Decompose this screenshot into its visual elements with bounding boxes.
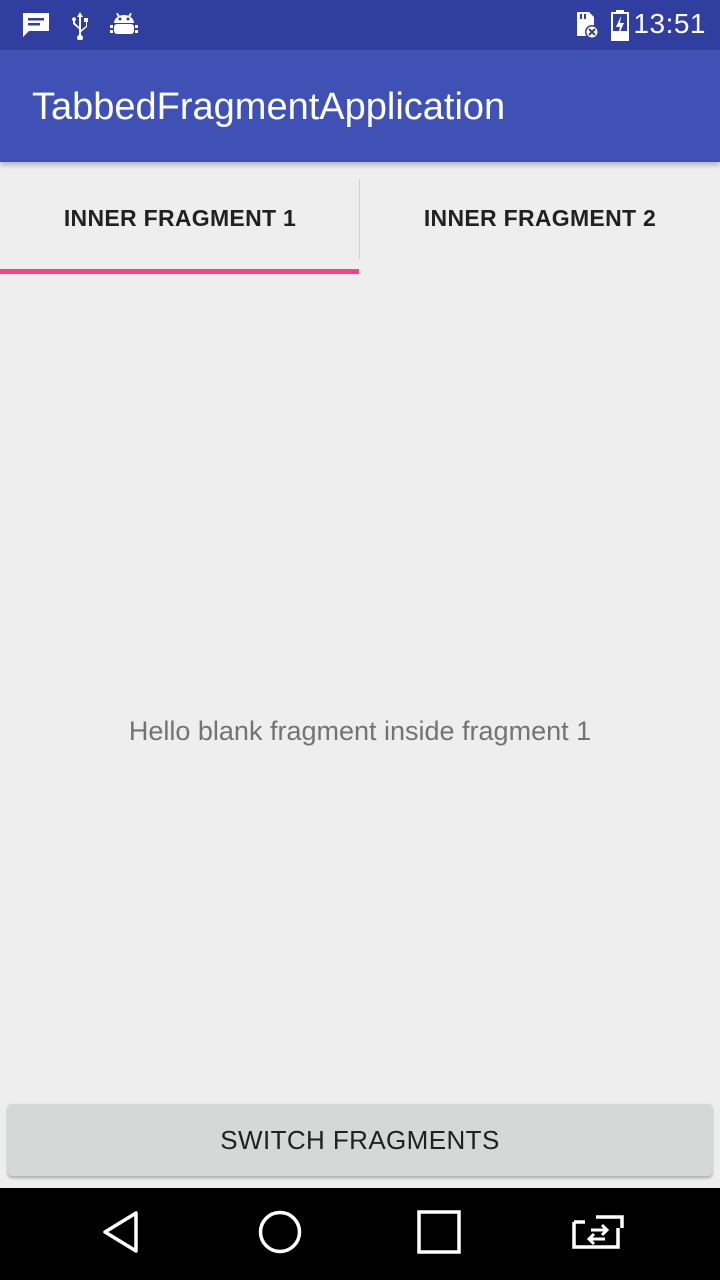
recents-icon (417, 1209, 461, 1259)
usb-icon (68, 10, 92, 40)
fragment-message: Hello blank fragment inside fragment 1 (128, 716, 592, 746)
home-button[interactable] (230, 1188, 330, 1280)
tab-label: INNER FRAGMENT 2 (423, 204, 657, 231)
home-icon (257, 1209, 303, 1260)
recents-button[interactable] (389, 1188, 489, 1280)
tab-inner-fragment-2[interactable]: INNER FRAGMENT 2 (360, 162, 720, 274)
app-bar: TabbedFragmentApplication (0, 50, 720, 162)
sd-card-icon (572, 10, 602, 40)
tab-inner-fragment-1[interactable]: INNER FRAGMENT 1 (0, 162, 360, 274)
back-icon (99, 1209, 143, 1260)
switch-apps-button[interactable] (548, 1188, 648, 1280)
status-time: 13:51 (633, 8, 706, 39)
switch-fragments-button[interactable]: SWITCH FRAGMENTS (8, 1104, 712, 1176)
navigation-bar (0, 1188, 720, 1280)
tab-bar: INNER FRAGMENT 1 INNER FRAGMENT 2 (0, 162, 720, 274)
switch-apps-icon (571, 1214, 625, 1255)
android-debug-icon (108, 10, 140, 40)
switch-fragments-label: SWITCH FRAGMENTS (220, 1124, 500, 1155)
app-title: TabbedFragmentApplication (32, 86, 506, 128)
back-button[interactable] (71, 1188, 171, 1280)
status-bar: 13:51 (0, 0, 720, 50)
tab-label: INNER FRAGMENT 1 (63, 204, 297, 231)
fragment-content: Hello blank fragment inside fragment 1 (0, 274, 720, 1094)
message-icon (20, 10, 52, 40)
battery-charging-icon (610, 10, 630, 41)
